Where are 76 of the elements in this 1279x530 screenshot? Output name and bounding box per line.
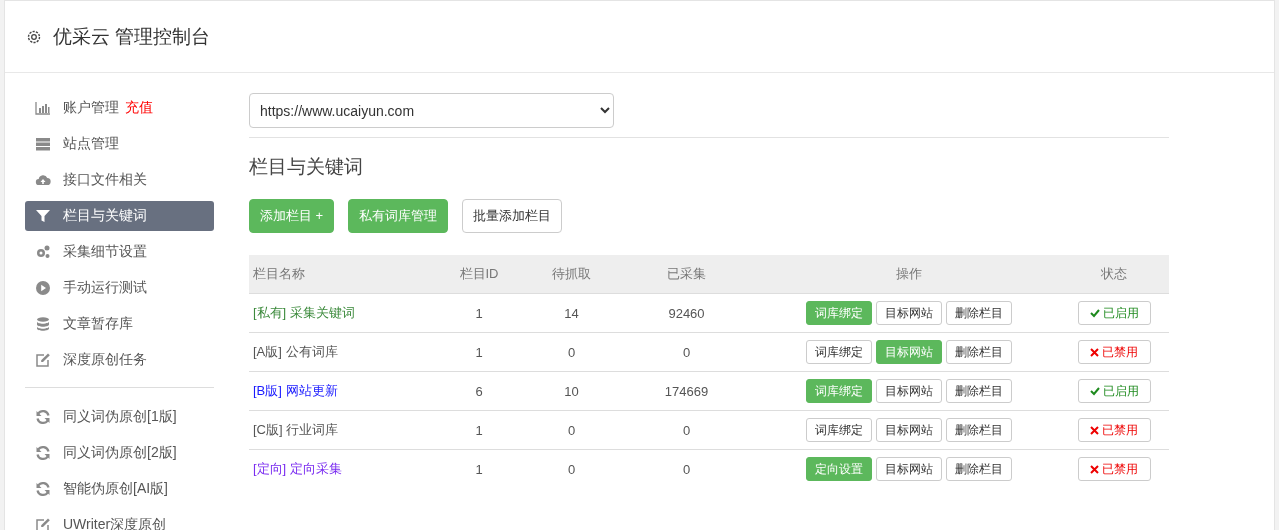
pending-count: 10 xyxy=(564,383,579,399)
status-toggle[interactable]: 已禁用 xyxy=(1077,457,1151,481)
pending-count: 0 xyxy=(567,461,576,477)
status-toggle[interactable]: 已启用 xyxy=(1077,379,1151,403)
status-toggle[interactable]: 已禁用 xyxy=(1077,418,1151,442)
column-header: 已采集 xyxy=(614,255,759,294)
row-action-button[interactable]: 删除栏目 xyxy=(946,457,1012,481)
refresh-icon xyxy=(35,409,51,425)
column-header: 栏目ID xyxy=(429,255,529,294)
section-title: 栏目与关键词 xyxy=(249,155,364,179)
sidebar-item[interactable]: UWriter深度原创 xyxy=(25,510,214,530)
collected-count: 0 xyxy=(682,461,691,477)
column-name: [C版] 行业词库 xyxy=(253,422,339,437)
row-action-button[interactable]: 词库绑定 xyxy=(806,418,872,442)
column-name: [B版] 网站更新 xyxy=(253,383,338,398)
bar-chart-icon xyxy=(35,100,51,116)
toolbar-button[interactable]: 批量添加栏目 xyxy=(462,199,563,233)
column-name: [定向] 定向采集 xyxy=(253,461,342,476)
sidebar-item[interactable]: 站点管理 xyxy=(25,129,214,159)
row-action-button[interactable]: 目标网站 xyxy=(876,301,942,325)
database-icon xyxy=(35,316,51,332)
check-icon xyxy=(1089,308,1100,318)
sidebar-item[interactable]: 智能伪原创[AI版] xyxy=(25,474,214,504)
refresh-icon xyxy=(35,445,51,461)
panel-title: 优采云 管理控制台 xyxy=(53,24,211,49)
edit-icon xyxy=(35,352,51,368)
collected-count: 92460 xyxy=(668,305,705,321)
check-icon xyxy=(1089,386,1100,396)
sidebar-item[interactable]: 同义词伪原创[2版] xyxy=(25,438,214,468)
sidebar-item[interactable]: 同义词伪原创[1版] xyxy=(25,402,214,432)
site-select[interactable]: https://www.ucaiyun.com xyxy=(249,93,614,128)
column-id: 1 xyxy=(475,344,483,360)
row-action-button[interactable]: 目标网站 xyxy=(876,457,942,481)
row-action-button[interactable]: 词库绑定 xyxy=(806,340,872,364)
cross-icon xyxy=(1090,347,1099,357)
status-toggle[interactable]: 已禁用 xyxy=(1077,340,1151,364)
row-action-button[interactable]: 删除栏目 xyxy=(946,379,1012,403)
column-id: 1 xyxy=(475,422,483,438)
sidebar-item[interactable]: 栏目与关键词 xyxy=(25,201,214,231)
status-toggle[interactable]: 已启用 xyxy=(1077,301,1151,325)
play-icon xyxy=(35,280,51,296)
row-action-button[interactable]: 删除栏目 xyxy=(946,301,1012,325)
sidebar-item[interactable]: 深度原创任务 xyxy=(25,345,214,375)
column-header: 待抓取 xyxy=(529,255,614,294)
server-icon xyxy=(35,136,51,152)
refresh-icon xyxy=(35,481,51,497)
pending-count: 0 xyxy=(567,344,576,360)
cross-icon xyxy=(1090,425,1099,435)
row-action-button[interactable]: 目标网站 xyxy=(876,418,942,442)
column-name: [A版] 公有词库 xyxy=(253,344,338,359)
sidebar-item[interactable]: 账户管理 充值 xyxy=(25,93,214,123)
column-id: 1 xyxy=(475,461,483,477)
column-header: 栏目名称 xyxy=(249,255,429,294)
column-id: 6 xyxy=(475,383,483,399)
edit-icon xyxy=(35,517,51,530)
gears-icon xyxy=(35,244,51,260)
row-action-button[interactable]: 删除栏目 xyxy=(946,340,1012,364)
sidebar-item[interactable]: 文章暂存库 xyxy=(25,309,214,339)
column-id: 1 xyxy=(475,305,483,321)
collected-count: 0 xyxy=(682,422,691,438)
cross-icon xyxy=(1090,464,1099,474)
recharge-link[interactable]: 充值 xyxy=(125,99,153,117)
pending-count: 0 xyxy=(567,422,576,438)
row-action-button[interactable]: 删除栏目 xyxy=(946,418,1012,442)
collected-count: 174669 xyxy=(664,383,709,399)
sidebar-item[interactable]: 手动运行测试 xyxy=(25,273,214,303)
sidebar-item[interactable]: 采集细节设置 xyxy=(25,237,214,267)
cloud-upload-icon xyxy=(35,172,51,188)
pending-count: 14 xyxy=(564,305,579,321)
filter-icon xyxy=(35,208,51,224)
sidebar-item[interactable]: 接口文件相关 xyxy=(25,165,214,195)
row-action-button[interactable]: 目标网站 xyxy=(876,379,942,403)
column-header: 操作 xyxy=(759,255,1059,294)
column-header: 状态 xyxy=(1059,255,1169,294)
collected-count: 0 xyxy=(682,344,691,360)
column-name: [私有] 采集关键词 xyxy=(253,305,355,320)
